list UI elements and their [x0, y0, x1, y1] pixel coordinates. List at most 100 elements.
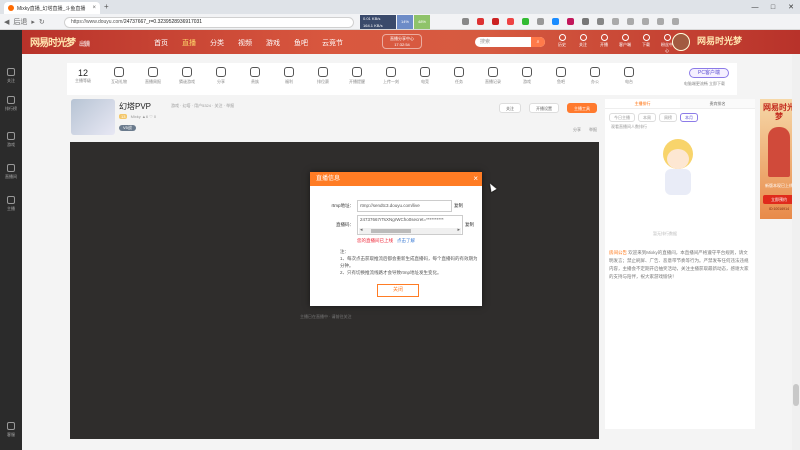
anchor-tools-button[interactable]: 主播工具	[567, 103, 597, 113]
gift-item[interactable]: 直播周报	[143, 67, 163, 85]
search-input[interactable]: 搜索 ⌕	[475, 37, 545, 47]
filter-month[interactable]: 本月	[680, 113, 698, 122]
share-link[interactable]: 分享	[573, 127, 581, 133]
anchor-level[interactable]: 12 主播等级	[73, 68, 93, 84]
gift-item[interactable]: 福利	[279, 67, 299, 85]
more-menu-icon[interactable]	[672, 18, 679, 25]
gift-item[interactable]: 电竞	[415, 67, 435, 85]
extension-icon[interactable]	[537, 18, 544, 25]
nav-video[interactable]: 视频	[238, 38, 252, 48]
dialog-close-icon[interactable]: ×	[473, 172, 478, 186]
sidebar-item-room[interactable]: 直播间	[0, 164, 22, 180]
stream-settings-button[interactable]: 开播设置	[529, 103, 559, 113]
scrollbar-thumb[interactable]	[793, 384, 799, 406]
follow-button[interactable]: 关注	[499, 103, 521, 113]
nav-fishbar[interactable]: 鱼吧	[294, 38, 308, 48]
back-button[interactable]: ◀	[4, 18, 9, 26]
filter-today[interactable]: 今日主播	[609, 113, 635, 122]
report-link[interactable]: 举报	[589, 127, 597, 133]
gift-item[interactable]: 直播记录	[483, 67, 503, 85]
player-footer-text: 主播已在直播中 · 请前往关注	[300, 314, 352, 319]
gift-item[interactable]: 互动礼物	[109, 67, 129, 85]
scroll-right-icon[interactable]: ▸	[457, 227, 460, 233]
live-share-pill[interactable]: 直播分享中心 17:32:54	[382, 34, 422, 49]
key-copy-button[interactable]: 复制	[465, 219, 474, 231]
close-dialog-button[interactable]: 关闭	[377, 284, 419, 297]
stream-key-field[interactable]: 24737667rTsXNgrWCho0secret=********** ◂ …	[357, 215, 463, 235]
rtmp-field[interactable]: rtmp://sendtc3.douyu.com/live	[357, 200, 452, 212]
profile-icon[interactable]	[657, 18, 664, 25]
key-scrollbar[interactable]: ◂ ▸	[359, 227, 461, 234]
header-icon-stream[interactable]: 开播	[597, 34, 611, 54]
new-tab-button[interactable]: +	[104, 2, 109, 11]
header-icon-client[interactable]: 客户端	[618, 34, 632, 54]
gift-item[interactable]: 电台	[619, 67, 639, 85]
sidebar-item-follow[interactable]: 关注	[0, 68, 22, 84]
nav-esports[interactable]: 云竞节	[322, 38, 343, 48]
collections-icon[interactable]	[642, 18, 649, 25]
extension-icon[interactable]	[582, 18, 589, 25]
tab-anchor-rank[interactable]: 主播排行	[605, 99, 680, 109]
back-label[interactable]: 后退	[13, 17, 27, 27]
gift-item[interactable]: 任务	[449, 67, 469, 85]
rtmp-copy-button[interactable]: 复制	[454, 200, 463, 212]
forward-icon[interactable]: ▸	[31, 18, 35, 26]
gift-item[interactable]: 鱼吧	[551, 67, 571, 85]
gift-item[interactable]: 分享	[211, 67, 231, 85]
browser-tab[interactable]: Mixky直播_幻塔直播_斗鱼直播 ×	[4, 2, 100, 14]
gift-item[interactable]: 猜谜游戏	[177, 67, 197, 85]
nav-game[interactable]: 游戏	[266, 38, 280, 48]
gift-item[interactable]: 开播提醒	[347, 67, 367, 85]
heart-icon	[7, 68, 15, 76]
extension-icon[interactable]	[567, 18, 574, 25]
room-badge[interactable]: V5战	[119, 125, 136, 131]
sidebar-item-rank[interactable]: 排行榜	[0, 96, 22, 112]
header-icon-history[interactable]: 历史	[555, 34, 569, 54]
extension-icon[interactable]	[462, 18, 469, 25]
url-input[interactable]: https://www.douyu.com/24737667_r=0.32395…	[64, 17, 354, 28]
page-scrollbar[interactable]	[792, 54, 800, 450]
gift-item[interactable]: 上传一刻	[381, 67, 401, 85]
learn-more-link[interactable]: 点击了解	[397, 238, 415, 243]
close-window-button[interactable]: ✕	[782, 0, 800, 14]
scroll-left-icon[interactable]: ◂	[360, 227, 363, 233]
gift-item[interactable]: 游戏	[517, 67, 537, 85]
key-scroll-thumb[interactable]	[371, 229, 411, 233]
extension-icon[interactable]	[492, 18, 499, 25]
nav-category[interactable]: 分类	[210, 38, 224, 48]
extension-icon[interactable]	[507, 18, 514, 25]
tab-vip-rank[interactable]: 贵宾排名	[680, 99, 755, 109]
header-banner[interactable]: 网易时光梦	[697, 34, 742, 47]
favorites-icon[interactable]	[627, 18, 634, 25]
gift-label: 贵族	[251, 79, 259, 84]
gift-item[interactable]: 排位赛	[313, 67, 333, 85]
filter-week[interactable]: 本周	[638, 113, 656, 122]
maximize-button[interactable]: □	[764, 0, 782, 14]
site-logo[interactable]: 网易时光梦 出镜	[30, 34, 90, 49]
gift-item[interactable]: 贵族	[245, 67, 265, 85]
streamer-avatar[interactable]	[71, 99, 115, 135]
sidebar-item-game[interactable]: 游戏	[0, 132, 22, 148]
gift-label: 福利	[285, 79, 293, 84]
extension-icon[interactable]	[597, 18, 604, 25]
filter-weekly[interactable]: 周榜	[659, 113, 677, 122]
gift-item[interactable]: 办公	[585, 67, 605, 85]
nav-live[interactable]: 直播	[182, 38, 196, 48]
extension-icon[interactable]	[522, 18, 529, 25]
gift-icon	[284, 67, 294, 77]
extension-icon[interactable]	[552, 18, 559, 25]
nav-home[interactable]: 首页	[154, 38, 168, 48]
extension-icon[interactable]	[477, 18, 484, 25]
user-avatar[interactable]	[672, 33, 690, 51]
minimize-button[interactable]: —	[746, 0, 764, 14]
sidebar-item-service[interactable]: 客服	[0, 422, 22, 438]
tab-close-icon[interactable]: ×	[92, 5, 96, 11]
search-icon[interactable]: ⌕	[531, 37, 545, 47]
reload-icon[interactable]: ↻	[39, 18, 45, 26]
pc-client-button[interactable]: PC客户端	[689, 68, 729, 78]
sidebar-item-streamer[interactable]: 主播	[0, 196, 22, 212]
header-icon-download[interactable]: 下载	[639, 34, 653, 54]
header-icon-follow[interactable]: 关注	[576, 34, 590, 54]
star-icon[interactable]	[612, 18, 619, 25]
ad-button[interactable]: 立即预约	[763, 195, 795, 204]
